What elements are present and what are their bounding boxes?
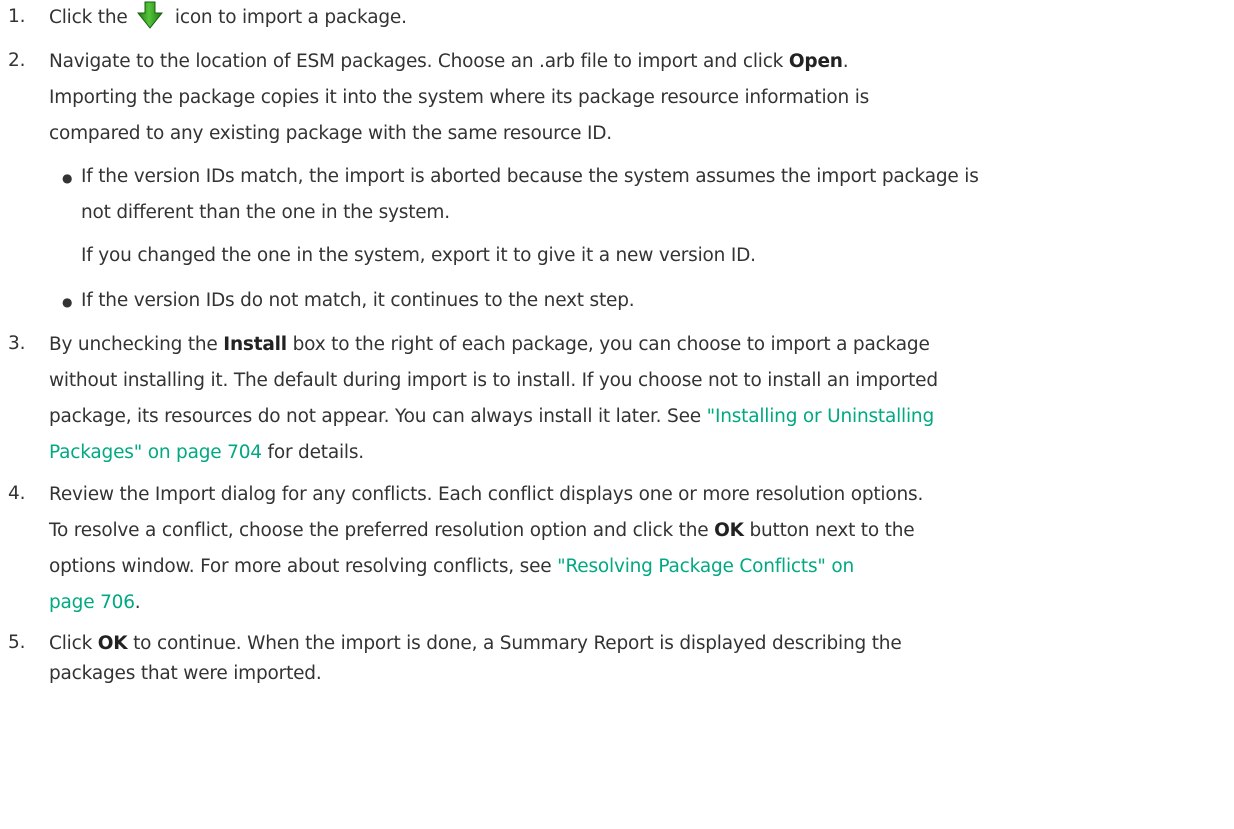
step-text-pre: Navigate to the location of ESM packages… bbox=[49, 51, 789, 72]
step-paragraph-line: compared to any existing package with th… bbox=[49, 123, 612, 144]
step-text-pre: options window. For more about resolving… bbox=[49, 556, 558, 577]
resolving-conflicts-link-cont[interactable]: page 706 bbox=[49, 592, 135, 613]
step-text: Navigate to the location of ESM packages… bbox=[49, 44, 1219, 80]
ok-label: OK bbox=[714, 520, 744, 541]
step-text-post: icon to import a package. bbox=[174, 7, 407, 28]
bullet-icon: ● bbox=[62, 171, 73, 185]
step-text: Packages" on page 704 for details. bbox=[49, 435, 1219, 471]
step-text-post: . bbox=[842, 51, 849, 72]
step-text: package, its resources do not appear. Yo… bbox=[49, 399, 1219, 435]
step-text-post: for details. bbox=[261, 442, 365, 463]
step-text: page 706. bbox=[49, 585, 1219, 621]
bullet-text: If the version IDs match, the import is … bbox=[81, 166, 979, 187]
step-paragraph-line: Importing the package copies it into the… bbox=[49, 87, 870, 108]
step-text-pre: By unchecking the bbox=[49, 334, 224, 355]
step-number: 1. bbox=[8, 6, 26, 27]
step-text-post: to continue. When the import is done, a … bbox=[127, 633, 902, 654]
bullet-note: If you changed the one in the system, ex… bbox=[81, 245, 756, 266]
step-number: 3. bbox=[8, 333, 26, 354]
installing-packages-link[interactable]: "Installing or Uninstalling bbox=[707, 406, 935, 427]
step-text: To resolve a conflict, choose the prefer… bbox=[49, 513, 1219, 549]
step-number: 4. bbox=[8, 483, 26, 504]
step-paragraph-line: without installing it. The default durin… bbox=[49, 370, 938, 391]
resolving-conflicts-link[interactable]: "Resolving Package Conflicts" on bbox=[557, 556, 854, 577]
step-text-pre: Click bbox=[49, 633, 98, 654]
step-text: Click the icon to import a package. bbox=[49, 0, 1219, 36]
installing-packages-link-cont[interactable]: Packages" on page 704 bbox=[49, 442, 262, 463]
bullet-icon: ● bbox=[62, 295, 73, 309]
step-text-pre: package, its resources do not appear. Yo… bbox=[49, 406, 707, 427]
step-text: options window. For more about resolving… bbox=[49, 549, 1219, 585]
step-number: 5. bbox=[8, 632, 26, 653]
step-text-post: box to the right of each package, you ca… bbox=[286, 334, 930, 355]
step-text-pre: Click the bbox=[49, 7, 128, 28]
step-paragraph-line: packages that were imported. bbox=[49, 663, 322, 684]
import-arrow-icon[interactable] bbox=[137, 1, 164, 29]
step-text-post: . bbox=[134, 592, 141, 613]
open-label: Open bbox=[788, 51, 843, 72]
step-text: By unchecking the Install box to the rig… bbox=[49, 327, 1219, 363]
bullet-text: If the version IDs do not match, it cont… bbox=[81, 290, 635, 311]
ok-label: OK bbox=[97, 633, 128, 654]
step-paragraph-line: Review the Import dialog for any conflic… bbox=[49, 484, 924, 505]
step-number: 2. bbox=[8, 50, 26, 71]
bullet-text: not different than the one in the system… bbox=[81, 202, 450, 223]
install-label: Install bbox=[223, 334, 287, 355]
step-text-pre: To resolve a conflict, choose the prefer… bbox=[49, 520, 715, 541]
step-text-post: button next to the bbox=[743, 520, 915, 541]
